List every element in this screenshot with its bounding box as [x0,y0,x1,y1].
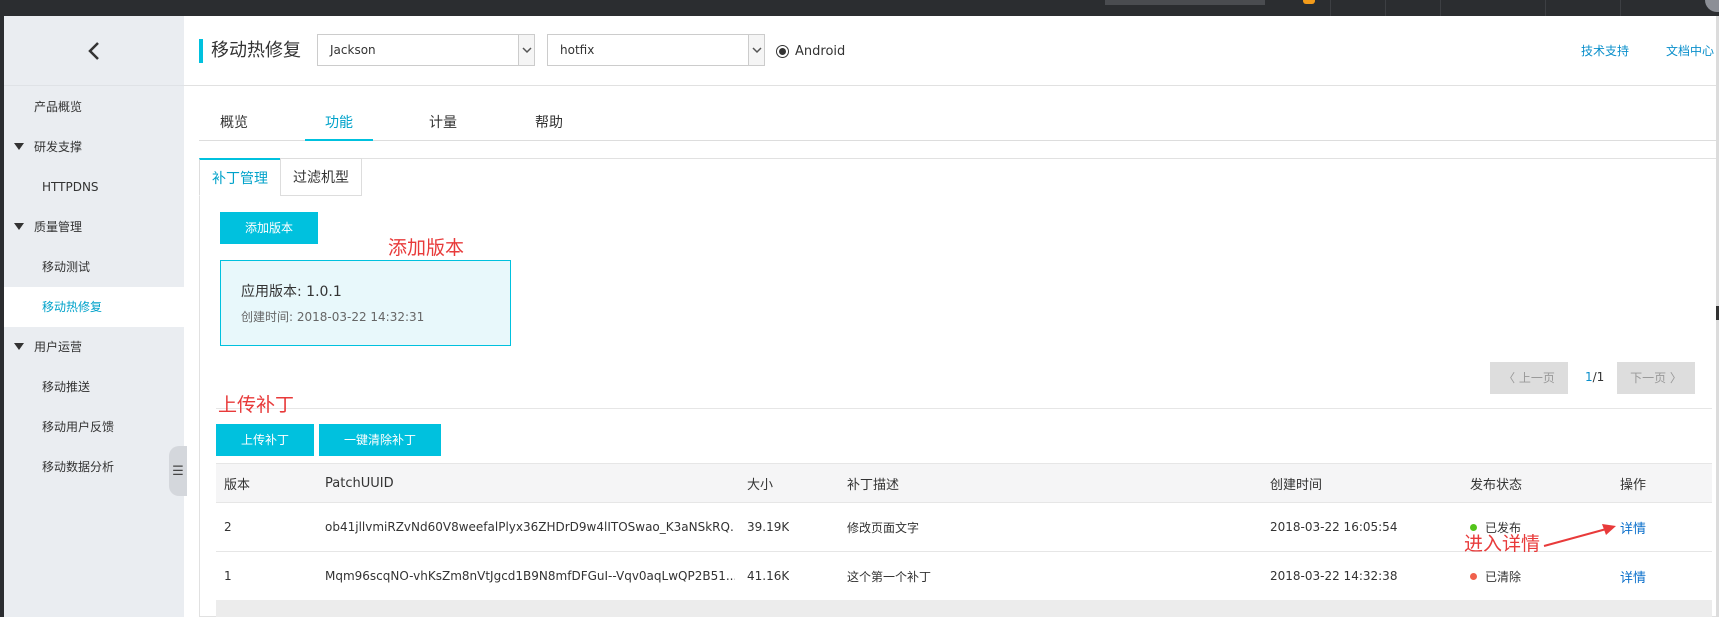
top-search-box[interactable] [1105,0,1265,5]
version-card[interactable]: 应用版本: 1.0.1 创建时间: 2018-03-22 14:32:31 [220,260,511,346]
menu-icon: ☰ [172,463,184,479]
page-indicator: 1/1 [1585,370,1605,384]
caret-down-icon [14,143,24,150]
sidebar-item-hotfix[interactable]: 移动热修复 [4,287,184,327]
tab-help[interactable]: 帮助 [515,105,583,141]
topbar-divider [1440,0,1441,16]
tab-features[interactable]: 功能 [305,105,373,141]
sidebar-item-feedback[interactable]: 移动用户反馈 [4,407,184,447]
annotation-upload-patch: 上传补丁 [218,394,295,416]
topbar-divider [1545,0,1546,16]
tech-support-link[interactable]: 技术支持 [1581,42,1629,60]
time-cell: 2018-03-22 14:32:38 [1270,569,1398,583]
description-cell: 这个第一个补丁 [847,569,932,584]
sidebar-item-product-overview[interactable]: 产品概览 [4,87,184,127]
sidebar-item-analytics[interactable]: 移动数据分析 [4,447,184,487]
upload-patch-button[interactable]: 上传补丁 [216,424,314,456]
page-header: 移动热修复 Jackson hotfix Android 技术支持 文档中心 [184,16,1716,86]
uuid-cell: ob41jllvmiRZvNd60V8weefalPlyx36ZHDrD9w4l… [325,520,735,534]
sidebar-group-quality[interactable]: 质量管理 [4,207,184,247]
version-created-time: 创建时间: 2018-03-22 14:32:31 [241,310,425,324]
column-header: 补丁描述 [847,477,900,493]
next-page-button[interactable]: 下一页 〉 [1617,362,1695,394]
size-cell: 39.19K [747,520,790,534]
column-header: 版本 [224,477,251,493]
column-header: 创建时间 [1270,477,1323,493]
detail-link[interactable]: 详情 [1620,567,1646,586]
page-title: 移动热修复 [211,40,301,61]
clear-patches-button[interactable]: 一键清除补丁 [319,424,441,456]
notification-badge[interactable] [1303,0,1315,4]
version-cell: 2 [224,520,232,534]
status-cleared-icon [1470,572,1477,580]
title-accent [199,39,203,63]
sidebar: 产品概览 研发支撑 HTTPDNS 质量管理 移动测试 移动热修复 用户运营 移… [4,16,187,617]
table-row: 1 Mqm96scqNO-vhKsZm8nVtJgcd1B9N8mfDFGuI-… [216,552,1712,601]
column-header: PatchUUID [325,475,394,491]
subtab-device-filter[interactable]: 过滤机型 [280,158,362,196]
subtab-patch-management[interactable]: 补丁管理 [199,158,281,196]
main-tabs: 概览 功能 计量 帮助 [199,105,1716,141]
sidebar-item-mobile-testing[interactable]: 移动测试 [4,247,184,287]
time-cell: 2018-03-22 16:05:54 [1270,520,1398,534]
account-select[interactable]: Jackson [317,34,535,66]
version-title: 应用版本: 1.0.1 [241,284,342,300]
add-version-button[interactable]: 添加版本 [220,212,318,244]
chevron-right-icon: 〉 [1669,371,1682,385]
annotation-enter-detail: 进入详情 [1464,533,1541,555]
tab-overview[interactable]: 概览 [199,105,269,141]
sidebar-collapse-button[interactable]: ☰ [169,446,187,496]
column-header: 大小 [747,477,774,493]
caret-down-icon [14,343,24,350]
topbar-divider [1330,0,1331,16]
avatar[interactable] [1705,0,1719,12]
top-navigation-bar [0,0,1719,16]
version-cell: 1 [224,569,232,583]
sidebar-item-httpdns[interactable]: HTTPDNS [4,167,184,207]
size-cell: 41.16K [747,569,790,583]
annotation-arrow-icon [1543,524,1616,547]
status-published-icon [1470,523,1477,531]
chevron-left-icon [88,41,99,60]
table-header: 版本 PatchUUID 大小 补丁描述 创建时间 发布状态 操作 [216,463,1712,503]
topbar-divider [1620,0,1621,16]
topbar-divider [1385,0,1386,16]
back-button[interactable] [4,16,184,86]
app-select[interactable]: hotfix [547,34,765,66]
tab-metering[interactable]: 计量 [409,105,477,141]
chevron-left-icon: 〈 [1503,371,1516,385]
uuid-cell: Mqm96scqNO-vhKsZm8nVtJgcd1B9N8mfDFGuI--V… [325,569,735,583]
caret-down-icon [14,223,24,230]
action-cell: 详情 [1620,503,1646,551]
sidebar-group-rd-support[interactable]: 研发支撑 [4,127,184,167]
status-cell: 已清除 [1470,552,1521,600]
radio-selected-icon [776,45,789,58]
docs-center-link[interactable]: 文档中心 [1666,42,1714,60]
prev-page-button[interactable]: 〈 上一页 [1490,362,1568,394]
chevron-down-icon [518,35,534,65]
action-cell: 详情 [1620,552,1646,600]
annotation-add-version: 添加版本 [388,237,465,259]
detail-link[interactable]: 详情 [1620,518,1646,537]
platform-radio[interactable]: Android [776,44,845,59]
description-cell: 修改页面文字 [847,520,920,535]
sidebar-item-push[interactable]: 移动推送 [4,367,184,407]
table-footer [216,600,1712,617]
divider [216,408,1712,409]
column-header: 操作 [1620,477,1647,493]
column-header: 发布状态 [1470,477,1523,493]
sidebar-group-user-ops[interactable]: 用户运营 [4,327,184,367]
chevron-down-icon [748,35,764,65]
